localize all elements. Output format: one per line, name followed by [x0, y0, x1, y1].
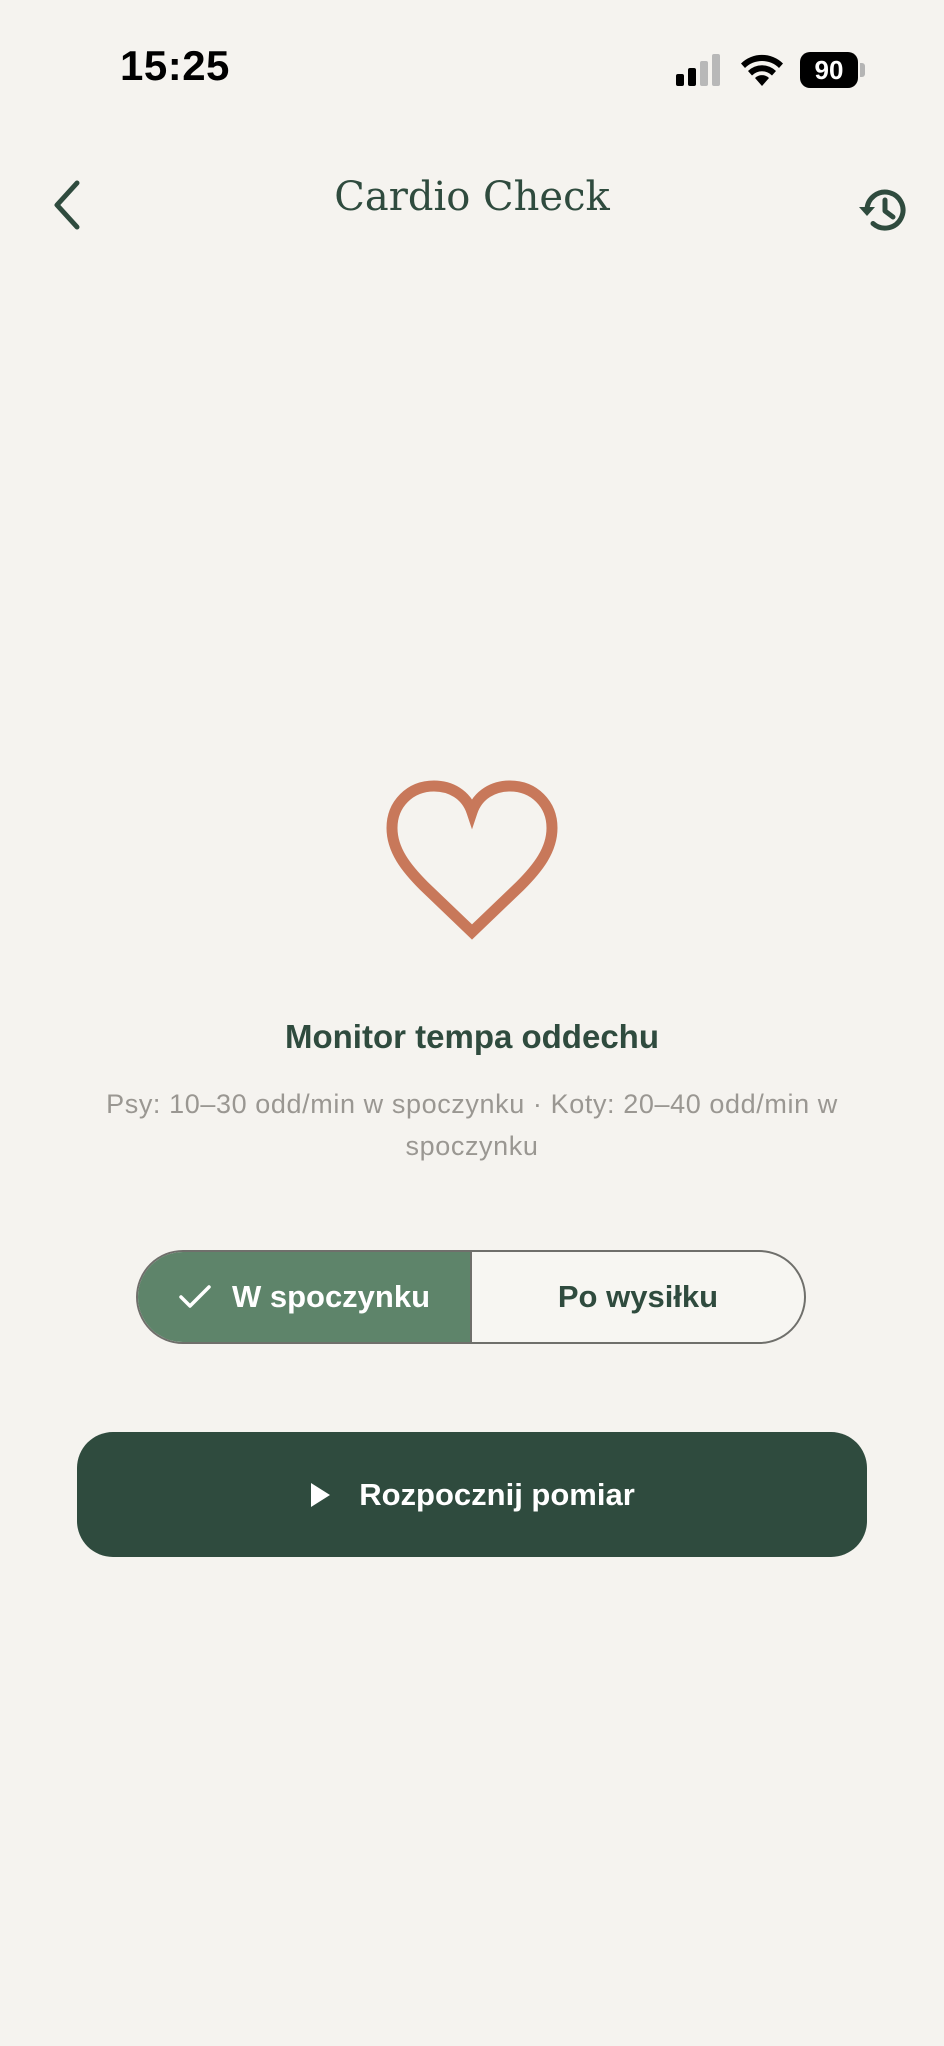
toggle-option-after-exercise-label: Po wysiłku: [557, 1279, 719, 1314]
toggle-option-resting[interactable]: W spoczynku: [138, 1252, 472, 1342]
monitor-title: Monitor tempa oddechu: [285, 1018, 659, 1055]
page-title: Cardio Check: [334, 174, 610, 220]
play-icon: [311, 1482, 331, 1507]
normal-range-subtitle: Psy: 10–30 odd/min w spoczynku · Koty: 2…: [106, 1089, 838, 1161]
heart-outline-icon: [386, 780, 558, 940]
battery-indicator: 90: [800, 52, 866, 88]
battery-cap: [860, 63, 865, 77]
start-measurement-button[interactable]: Rozpocznij pomiar: [77, 1432, 867, 1557]
start-measurement-label: Rozpocznij pomiar: [359, 1476, 635, 1512]
wifi-icon: [741, 54, 783, 86]
toggle-option-resting-label: W spoczynku: [231, 1279, 431, 1314]
battery-level: 90: [800, 52, 858, 88]
nav-bar: Cardio Check: [0, 160, 944, 250]
status-bar: 15:25 90: [0, 0, 944, 140]
cellular-signal-icon: [676, 54, 720, 86]
check-icon: [179, 1285, 211, 1308]
history-icon: [859, 189, 906, 231]
status-time: 15:25: [120, 42, 230, 89]
mode-toggle: W spoczynku Po wysiłku: [136, 1250, 806, 1344]
history-button[interactable]: [852, 178, 916, 242]
toggle-option-after-exercise[interactable]: Po wysiłku: [472, 1252, 804, 1342]
